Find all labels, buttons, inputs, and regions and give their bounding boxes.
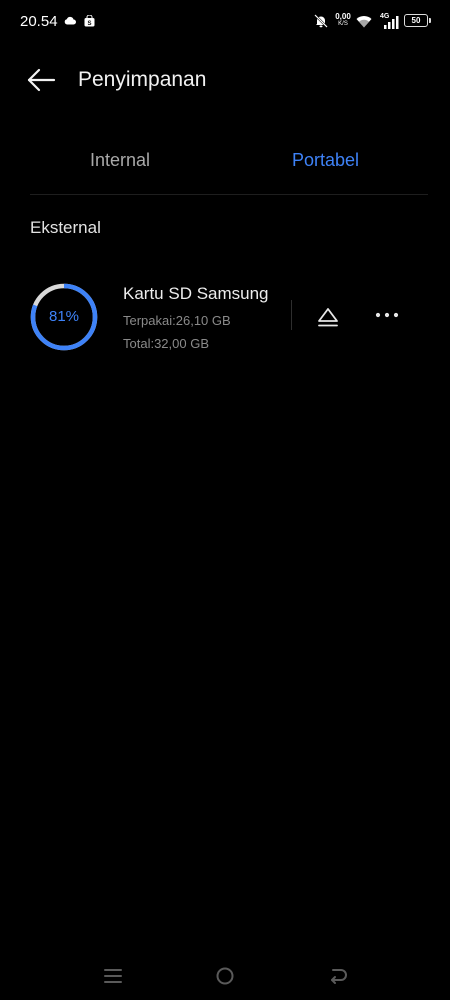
tab-portabel[interactable]: Portabel (292, 150, 359, 171)
more-options-icon[interactable] (374, 308, 400, 322)
status-bar: 20.54 S 0,00 K/S 4G 50 (0, 0, 450, 44)
back-arrow-icon[interactable] (26, 66, 58, 94)
network-speed-unit: K/S (338, 21, 348, 27)
status-time: 20.54 (20, 13, 58, 30)
section-title-external: Eksternal (30, 218, 101, 237)
bell-muted-icon (314, 14, 328, 28)
tab-divider (30, 194, 428, 195)
storage-name: Kartu SD Samsung (123, 284, 269, 303)
battery-level: 50 (411, 16, 421, 25)
storage-used: Terpakai:26,10 GB (123, 313, 231, 328)
tab-internal[interactable]: Internal (90, 150, 150, 171)
storage-item-sd-card[interactable]: 81% Kartu SD Samsung Terpakai:26,10 GB T… (0, 270, 450, 365)
usage-percent: 81% (48, 308, 80, 325)
battery-icon: 50 (404, 14, 431, 27)
cloud-icon (64, 16, 76, 25)
vertical-divider (291, 300, 292, 330)
shopping-bag-icon: S (84, 15, 95, 27)
home-circle-icon[interactable] (214, 965, 236, 987)
wifi-icon (356, 16, 372, 28)
network-speed-value: 0,00 (335, 12, 351, 21)
storage-total: Total:32,00 GB (123, 336, 209, 351)
storage-screen: 20.54 S 0,00 K/S 4G 50 Penyimpanan Inter… (0, 0, 450, 1000)
navigation-bar (0, 955, 450, 995)
eject-icon[interactable] (316, 305, 340, 329)
signal-icon (384, 16, 399, 29)
svg-text:S: S (87, 21, 91, 27)
page-title: Penyimpanan (78, 68, 207, 91)
network-speed: 0,00 K/S (333, 12, 353, 28)
return-icon[interactable] (327, 965, 349, 987)
menu-icon[interactable] (102, 965, 124, 987)
